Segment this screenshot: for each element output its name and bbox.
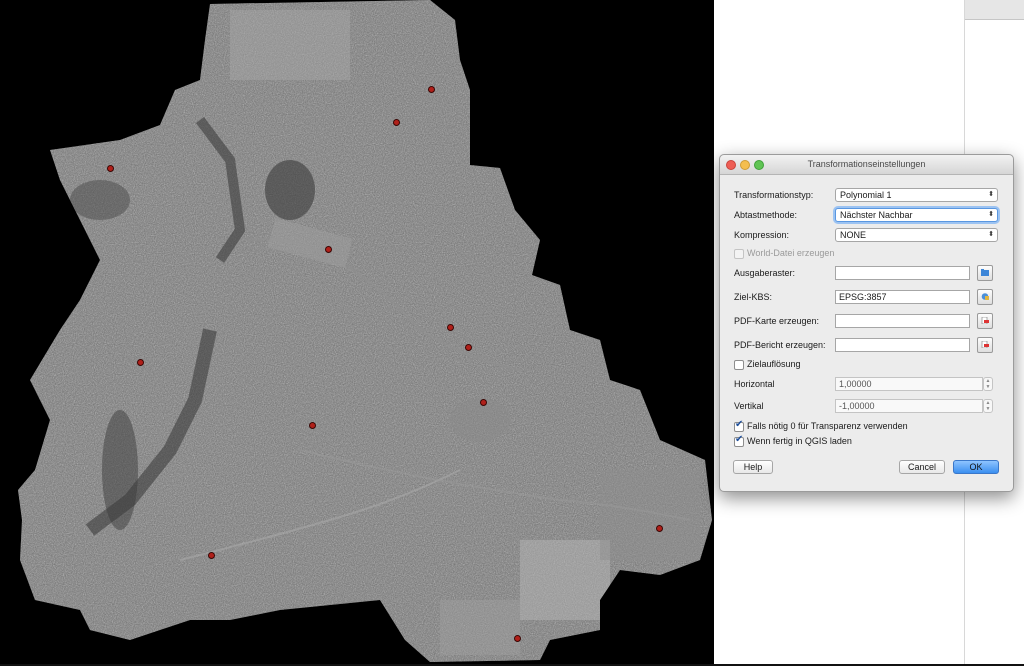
gcp-marker[interactable] <box>514 635 521 642</box>
gcp-marker[interactable] <box>325 246 332 253</box>
pdf-map-input[interactable] <box>835 314 970 328</box>
updown-arrows-icon: ⬍ <box>988 191 994 198</box>
horizontal-label: Horizontal <box>734 379 775 389</box>
compression-label: Kompression: <box>734 230 790 240</box>
transparency-label: Falls nötig 0 für Transparenz verwenden <box>747 421 908 431</box>
cancel-button[interactable]: Cancel <box>899 460 945 474</box>
updown-arrows-icon: ⬍ <box>988 231 994 238</box>
target-crs-label: Ziel-KBS: <box>734 292 773 302</box>
vertical-label: Vertikal <box>734 401 764 411</box>
horizontal-input[interactable]: 1,00000 <box>835 377 983 391</box>
transparency-checkbox[interactable] <box>734 419 744 432</box>
gcp-marker[interactable] <box>480 399 487 406</box>
transformation-type-select[interactable]: Polynomial 1 ⬍ <box>835 188 998 202</box>
aerial-mosaic <box>18 0 712 662</box>
resampling-method-select[interactable]: Nächster Nachbar ⬍ <box>835 208 998 222</box>
side-panel-header <box>965 0 1024 20</box>
target-resolution-label: Zielauflösung <box>747 359 801 369</box>
dialog-title: Transformationseinstellungen <box>807 159 926 169</box>
world-file-checkbox[interactable] <box>734 249 744 259</box>
gcp-marker[interactable] <box>208 552 215 559</box>
gcp-marker[interactable] <box>107 165 114 172</box>
gcp-marker[interactable] <box>465 344 472 351</box>
resampling-method-value: Nächster Nachbar <box>840 210 913 220</box>
output-raster-label: Ausgaberaster: <box>734 268 796 278</box>
resampling-method-label: Abtastmethode: <box>734 210 798 220</box>
transformation-type-value: Polynomial 1 <box>840 190 892 200</box>
pdf-map-label: PDF-Karte erzeugen: <box>734 316 820 326</box>
gcp-marker[interactable] <box>393 119 400 126</box>
dialog-titlebar: Transformationseinstellungen <box>720 155 1013 175</box>
gcp-marker[interactable] <box>309 422 316 429</box>
pdf-report-label: PDF-Bericht erzeugen: <box>734 340 826 350</box>
gcp-marker[interactable] <box>137 359 144 366</box>
compression-value: NONE <box>840 230 867 240</box>
help-button[interactable]: Help <box>733 460 773 474</box>
gcp-marker[interactable] <box>428 86 435 93</box>
transformation-type-label: Transformationstyp: <box>734 190 814 200</box>
vertical-stepper[interactable]: ▲ ▼ <box>983 399 993 413</box>
load-in-qgis-checkbox[interactable] <box>734 434 744 447</box>
gcp-marker[interactable] <box>447 324 454 331</box>
map-canvas[interactable] <box>0 0 714 666</box>
pdf-map-browse-button[interactable] <box>977 313 993 329</box>
transformation-settings-dialog: Transformationseinstellungen Transformat… <box>719 154 1014 492</box>
horizontal-stepper[interactable]: ▲ ▼ <box>983 377 993 391</box>
output-raster-browse-button[interactable] <box>977 265 993 281</box>
compression-select[interactable]: NONE ⬍ <box>835 228 998 242</box>
target-crs-select-button[interactable] <box>977 289 993 305</box>
vertical-input[interactable]: -1,00000 <box>835 399 983 413</box>
target-resolution-checkbox[interactable] <box>734 360 744 370</box>
folder-icon <box>981 269 989 276</box>
updown-arrows-icon: ⬍ <box>988 211 994 218</box>
pdf-icon <box>981 317 989 324</box>
gcp-marker[interactable] <box>656 525 663 532</box>
pdf-icon <box>981 341 989 348</box>
load-in-qgis-label: Wenn fertig in QGIS laden <box>747 436 852 446</box>
pdf-report-input[interactable] <box>835 338 970 352</box>
pdf-report-browse-button[interactable] <box>977 337 993 353</box>
ok-button[interactable]: OK <box>953 460 999 474</box>
globe-icon <box>981 293 989 300</box>
output-raster-input[interactable] <box>835 266 970 280</box>
target-crs-input[interactable]: EPSG:3857 <box>835 290 970 304</box>
world-file-label: World-Datei erzeugen <box>747 248 835 258</box>
